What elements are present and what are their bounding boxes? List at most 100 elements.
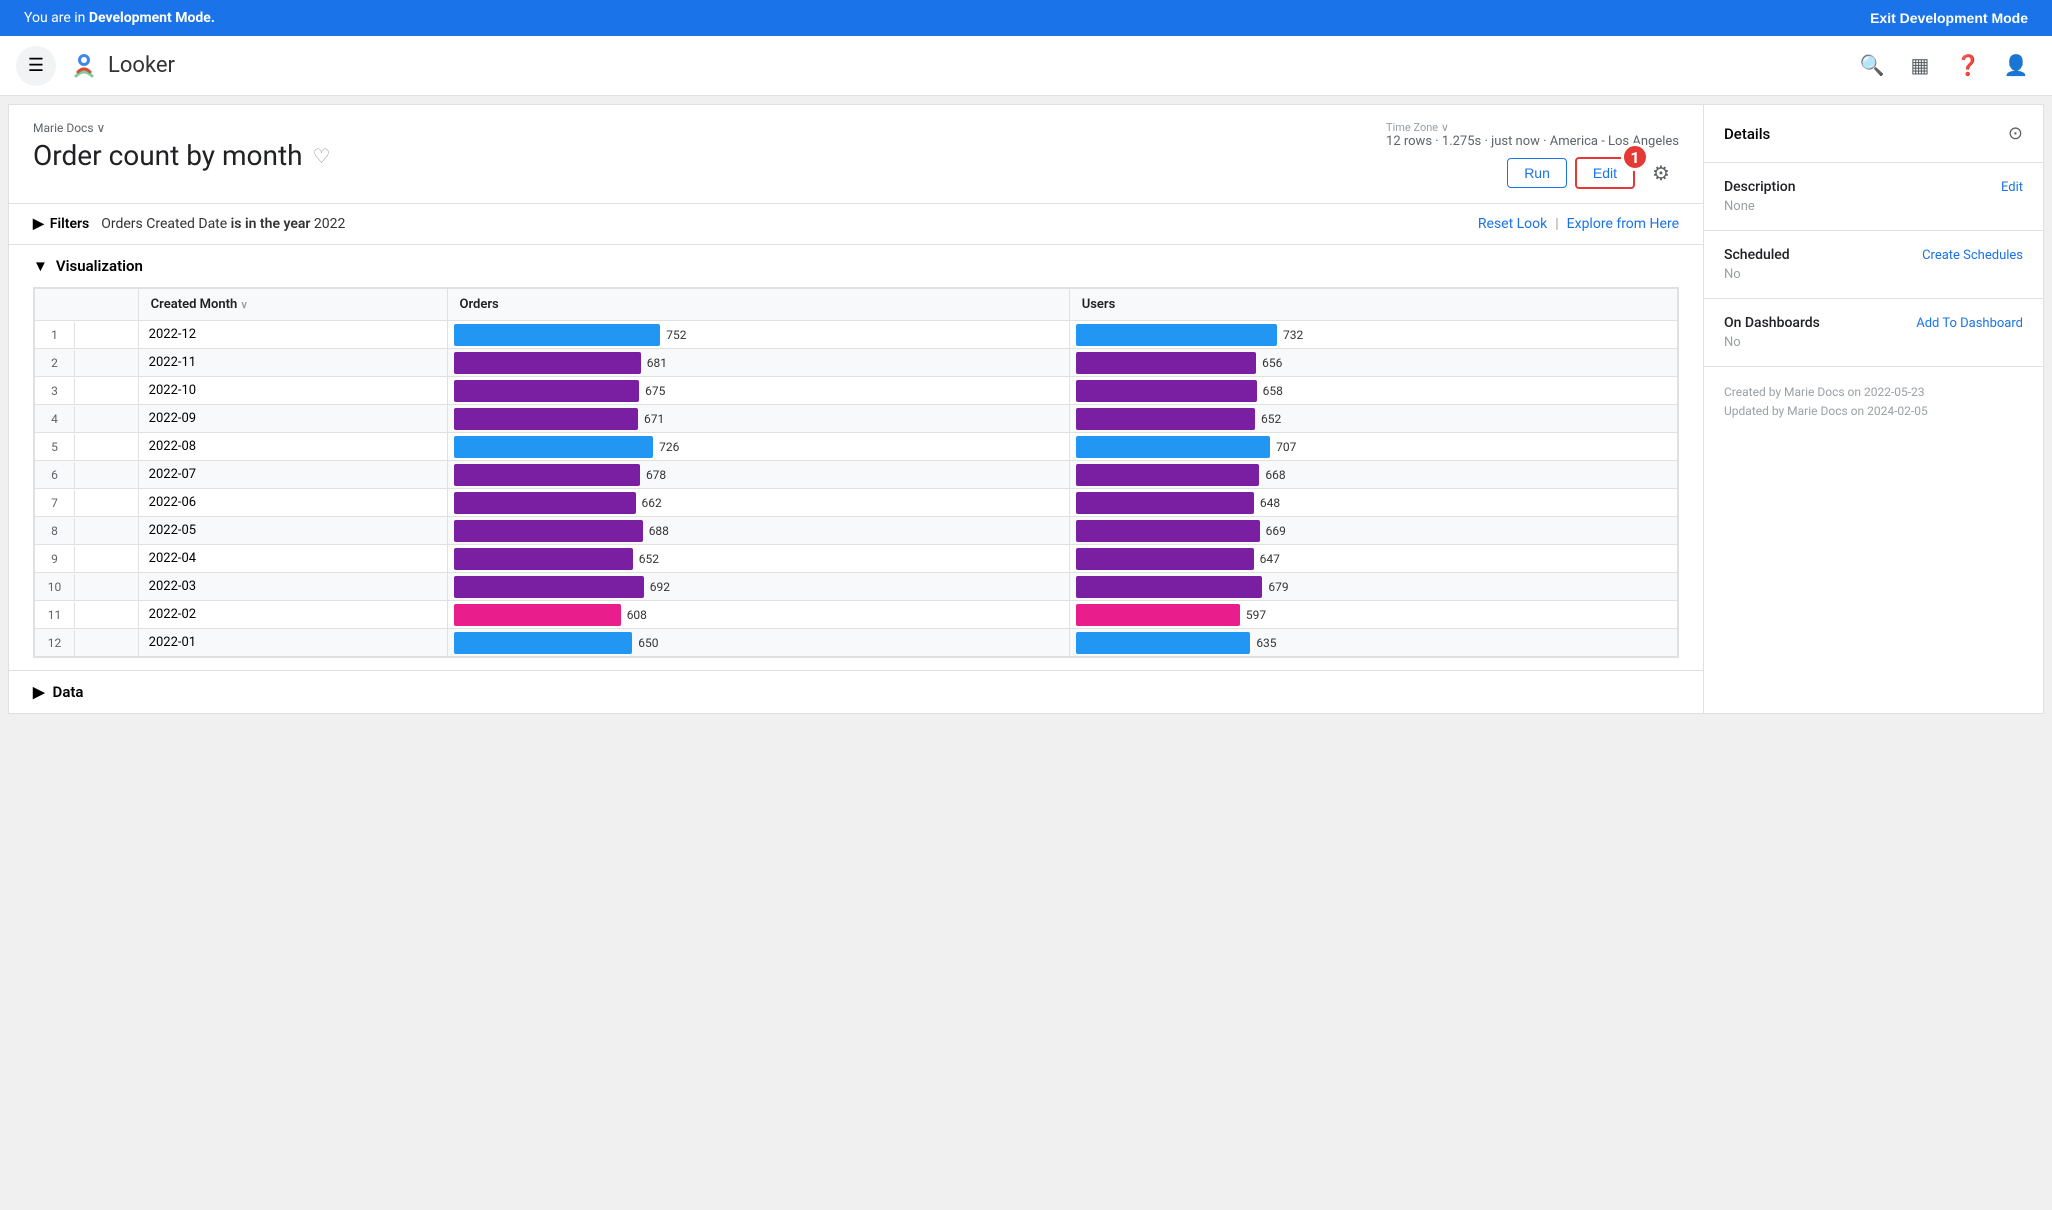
orders-value: 752 — [666, 328, 686, 342]
month-cell: 2022-03 — [138, 573, 447, 601]
orders-bar — [454, 632, 633, 654]
users-value: 647 — [1260, 552, 1280, 566]
col-header-orders[interactable]: Orders — [447, 289, 1069, 321]
pipe-separator: | — [1555, 216, 1558, 232]
on-dashboards-label: On Dashboards — [1724, 315, 1820, 331]
create-schedules-link[interactable]: Create Schedules — [1922, 248, 2023, 263]
users-value: 648 — [1260, 496, 1280, 510]
help-button[interactable]: ❓ — [1948, 46, 1988, 86]
users-bar-cell: 648 — [1069, 489, 1677, 517]
orders-bar — [454, 408, 639, 430]
users-value: 658 — [1263, 384, 1283, 398]
table-row: 12 2022-01 650 635 — [35, 629, 1678, 657]
nav-left: ☰ Looker — [16, 46, 175, 86]
orders-bar-cell: 650 — [447, 629, 1069, 657]
description-value: None — [1724, 199, 2023, 214]
data-section-header[interactable]: ▶ Data — [33, 683, 1679, 701]
users-bar-cell: 679 — [1069, 573, 1677, 601]
orders-bar-cell: 652 — [447, 545, 1069, 573]
breadcrumb[interactable]: Marie Docs ∨ — [33, 121, 330, 135]
description-header: Description Edit — [1724, 179, 2023, 195]
looker-logo-icon — [68, 50, 100, 82]
row-num-cell: 3 — [35, 377, 139, 405]
page-title-section: Marie Docs ∨ Order count by month ♡ — [33, 121, 330, 172]
users-bar-cell: 732 — [1069, 321, 1677, 349]
scheduled-value: No — [1724, 267, 2023, 282]
orders-bar — [454, 324, 661, 346]
scheduled-header: Scheduled Create Schedules — [1724, 247, 2023, 263]
orders-bar — [454, 548, 633, 570]
orders-bar-cell: 692 — [447, 573, 1069, 601]
run-button[interactable]: Run — [1507, 158, 1567, 188]
nav-right: 🔍 ▦ ❓ 👤 — [1852, 46, 2036, 86]
explore-from-here-link[interactable]: Explore from Here — [1567, 216, 1679, 232]
table-row: 3 2022-10 675 658 — [35, 377, 1678, 405]
viz-label: Visualization — [56, 257, 143, 275]
details-nav-icon[interactable]: ⊙ — [2008, 123, 2023, 144]
exit-dev-button[interactable]: Exit Development Mode — [1870, 10, 2028, 26]
content-area: Marie Docs ∨ Order count by month ♡ Time… — [9, 105, 1703, 713]
orders-bar-cell: 662 — [447, 489, 1069, 517]
description-row: Description Edit None — [1704, 163, 2043, 231]
row-num-cell: 1 — [35, 321, 139, 349]
filters-label: Filters — [50, 216, 89, 232]
filters-right: Reset Look | Explore from Here — [1478, 216, 1679, 232]
col-header-users[interactable]: Users — [1069, 289, 1677, 321]
users-bar — [1076, 408, 1255, 430]
orders-value: 678 — [646, 468, 666, 482]
orders-value: 671 — [644, 412, 664, 426]
meta-footer: Created by Marie Docs on 2022-05-23 Upda… — [1704, 367, 2043, 437]
orders-value: 688 — [649, 524, 669, 538]
month-cell: 2022-10 — [138, 377, 447, 405]
users-bar-cell: 597 — [1069, 601, 1677, 629]
scheduled-label: Scheduled — [1724, 247, 1790, 263]
users-bar — [1076, 352, 1256, 374]
dev-banner-text: You are in Development Mode. — [24, 10, 215, 26]
viz-header[interactable]: ▼ Visualization — [33, 257, 1679, 275]
col-header-month[interactable]: Created Month ∨ — [138, 289, 447, 321]
users-value: 669 — [1266, 524, 1286, 538]
table-row: 5 2022-08 726 707 — [35, 433, 1678, 461]
viz-arrow: ▼ — [33, 257, 48, 275]
details-header: Details ⊙ — [1704, 105, 2043, 163]
menu-button[interactable]: ☰ — [16, 46, 56, 86]
top-nav: ☰ Looker 🔍 ▦ ❓ 👤 — [0, 36, 2052, 96]
search-button[interactable]: 🔍 — [1852, 46, 1892, 86]
orders-bar — [454, 576, 644, 598]
grid-button[interactable]: ▦ — [1900, 46, 1940, 86]
user-button[interactable]: 👤 — [1996, 46, 2036, 86]
description-edit-link[interactable]: Edit — [2001, 180, 2023, 195]
data-arrow: ▶ — [33, 683, 45, 701]
orders-bar — [454, 464, 640, 486]
page-title: Order count by month ♡ — [33, 139, 330, 172]
reset-look-link[interactable]: Reset Look — [1478, 216, 1547, 232]
orders-bar-cell: 675 — [447, 377, 1069, 405]
filters-toggle[interactable]: ▶ Filters — [33, 216, 89, 232]
users-bar-cell: 707 — [1069, 433, 1677, 461]
users-value: 668 — [1265, 468, 1285, 482]
orders-value: 608 — [627, 608, 647, 622]
orders-bar-cell: 608 — [447, 601, 1069, 629]
users-value: 652 — [1261, 412, 1281, 426]
created-info: Created by Marie Docs on 2022-05-23 — [1724, 383, 2023, 402]
orders-value: 681 — [647, 356, 667, 370]
month-cell: 2022-07 — [138, 461, 447, 489]
users-bar — [1076, 324, 1277, 346]
orders-bar — [454, 520, 643, 542]
table-row: 9 2022-04 652 647 — [35, 545, 1678, 573]
row-num-cell: 11 — [35, 601, 139, 629]
orders-value: 662 — [642, 496, 662, 510]
add-to-dashboard-link[interactable]: Add To Dashboard — [1916, 316, 2023, 331]
row-num-cell: 6 — [35, 461, 139, 489]
data-table-container[interactable]: Created Month ∨ Orders Users 1 2022-12 — [33, 287, 1679, 658]
orders-value: 726 — [659, 440, 679, 454]
timezone-label[interactable]: Time Zone ∨ — [1386, 121, 1679, 134]
month-cell: 2022-01 — [138, 629, 447, 657]
row-num-cell: 4 — [35, 405, 139, 433]
orders-value: 675 — [645, 384, 665, 398]
users-bar — [1076, 436, 1270, 458]
favorite-icon[interactable]: ♡ — [313, 144, 331, 168]
orders-bar-cell: 726 — [447, 433, 1069, 461]
updated-info: Updated by Marie Docs on 2024-02-05 — [1724, 402, 2023, 421]
filters-left: ▶ Filters Orders Created Date is in the … — [33, 216, 345, 232]
